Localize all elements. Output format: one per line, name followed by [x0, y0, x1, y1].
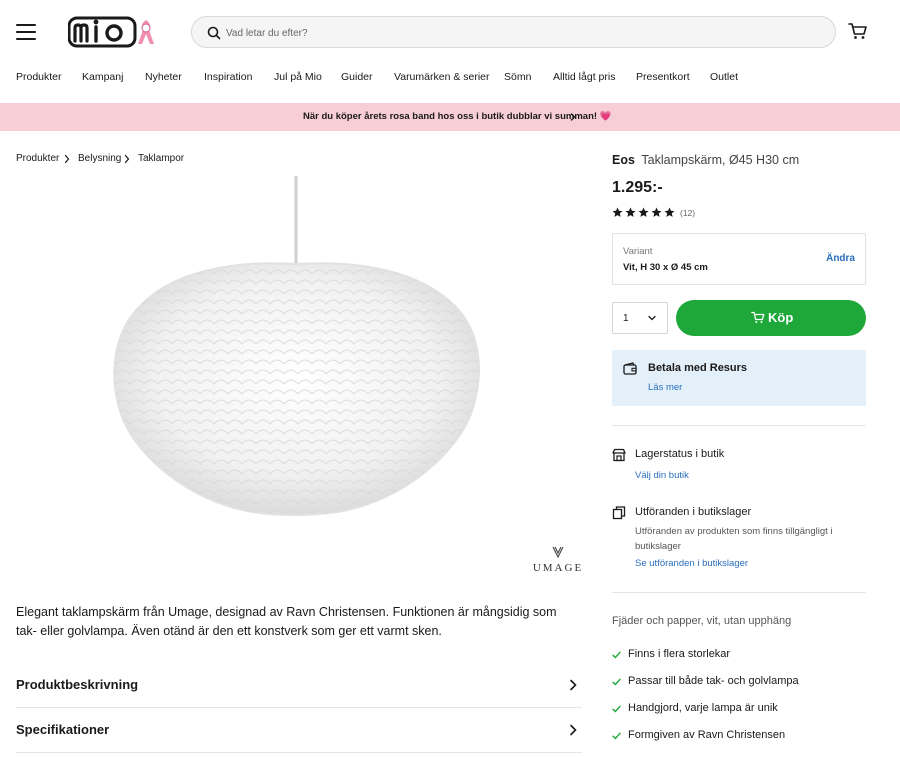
promo-banner[interactable]: När du köper årets rosa band hos oss i b…	[0, 103, 900, 131]
product-image[interactable]	[60, 176, 540, 556]
display-in-store: Utföranden i butikslager Utföranden av p…	[612, 506, 866, 574]
display-text: Utföranden av produkten som finns tillgä…	[635, 526, 833, 552]
star-icon	[625, 207, 636, 217]
nav-item-nyheter[interactable]: Nyheter	[145, 71, 182, 83]
umage-logo: UMAGE	[530, 545, 586, 577]
display-title: Utföranden i butikslager	[635, 506, 752, 518]
product-description: Elegant taklampskärm från Umage, designa…	[16, 605, 557, 638]
copy-icon	[612, 506, 626, 520]
rating-count: (12)	[680, 208, 696, 218]
variant-label: Variant	[623, 246, 653, 257]
star-icon	[664, 207, 675, 217]
star-icon	[612, 207, 623, 217]
see-display-link[interactable]: Se utföranden i butikslager	[635, 558, 748, 569]
variant-value: Vit, H 30 x Ø 45 cm	[623, 262, 708, 273]
choose-store-link[interactable]: Välj din butik	[635, 470, 689, 481]
nav-item-guider[interactable]: Guider	[341, 71, 373, 83]
nav-item-kampanj[interactable]: Kampanj	[82, 71, 123, 83]
breadcrumb-belysning[interactable]: Belysning	[78, 153, 121, 164]
chevron-down-icon	[648, 315, 656, 321]
product-name: Taklampskärm, Ø45 H30 cm	[641, 153, 800, 167]
cart-icon[interactable]	[848, 22, 868, 40]
nav-item-alltid-lagt-pris[interactable]: Alltid lågt pris	[553, 71, 615, 83]
site-header	[0, 0, 900, 64]
nav-item-somn[interactable]: Sömn	[504, 71, 531, 83]
breadcrumb-produkter[interactable]: Produkter	[16, 153, 59, 164]
nav-item-jul[interactable]: Jul på Mio	[274, 71, 322, 83]
resurs-payment-box: Betala med Resurs Läs mer	[612, 350, 866, 406]
promo-text: När du köper årets rosa band hos oss i b…	[303, 111, 612, 122]
search-icon	[207, 26, 221, 40]
star-icon	[638, 207, 649, 217]
accordion-label: Produktbeskrivning	[16, 677, 139, 692]
nav-item-inspiration[interactable]: Inspiration	[204, 71, 252, 83]
star-icon	[651, 207, 662, 217]
change-variant-link[interactable]: Ändra	[826, 253, 855, 264]
buy-button[interactable]: Köp	[676, 300, 866, 336]
nav-item-produkter[interactable]: Produkter	[16, 71, 62, 83]
chevron-right-icon	[570, 679, 577, 691]
chevron-right-icon	[570, 113, 576, 121]
check-icon	[612, 732, 621, 740]
chevron-right-icon	[64, 154, 70, 164]
menu-icon[interactable]	[16, 24, 36, 40]
accordion-produktbeskrivning[interactable]: Produktbeskrivning	[16, 664, 582, 708]
resurs-read-more-link[interactable]: Läs mer	[648, 382, 682, 393]
quantity-value: 1	[623, 313, 629, 324]
wallet-icon	[623, 362, 637, 375]
buy-label: Köp	[768, 310, 794, 325]
quantity-select[interactable]: 1	[612, 302, 668, 334]
material-text: Fjäder och papper, vit, utan upphäng	[612, 615, 792, 627]
accordion-label: Specifikationer	[16, 722, 110, 737]
stock-status: Lagerstatus i butik Välj din butik	[612, 448, 866, 488]
product-price: 1.295:-	[612, 179, 663, 196]
check-icon	[612, 651, 621, 659]
nav-item-varumarken[interactable]: Varumärken & serier	[394, 71, 490, 83]
search-bar[interactable]	[191, 16, 836, 48]
variant-selector[interactable]: Variant Vit, H 30 x Ø 45 cm Ändra	[612, 233, 866, 285]
divider	[612, 592, 866, 593]
stock-title: Lagerstatus i butik	[635, 448, 725, 460]
resurs-title: Betala med Resurs	[648, 362, 748, 374]
check-icon	[612, 678, 621, 686]
mio-logo[interactable]	[67, 14, 160, 50]
main-nav: Produkter Kampanj Nyheter Inspiration Ju…	[0, 64, 900, 94]
chevron-right-icon	[124, 154, 130, 164]
chevron-right-icon	[570, 724, 577, 736]
nav-item-outlet[interactable]: Outlet	[710, 71, 738, 83]
accordion-specifikationer[interactable]: Specifikationer	[16, 709, 582, 753]
store-icon	[612, 448, 626, 462]
product-title: Eos Taklampskärm, Ø45 H30 cm	[612, 153, 799, 167]
divider	[612, 425, 866, 426]
cart-icon	[751, 311, 765, 323]
check-icon	[612, 705, 621, 713]
search-input[interactable]	[226, 23, 806, 43]
nav-item-presentkort[interactable]: Presentkort	[636, 71, 690, 83]
product-brand[interactable]: Eos	[612, 153, 635, 167]
breadcrumb-taklampor[interactable]: Taklampor	[138, 153, 184, 164]
